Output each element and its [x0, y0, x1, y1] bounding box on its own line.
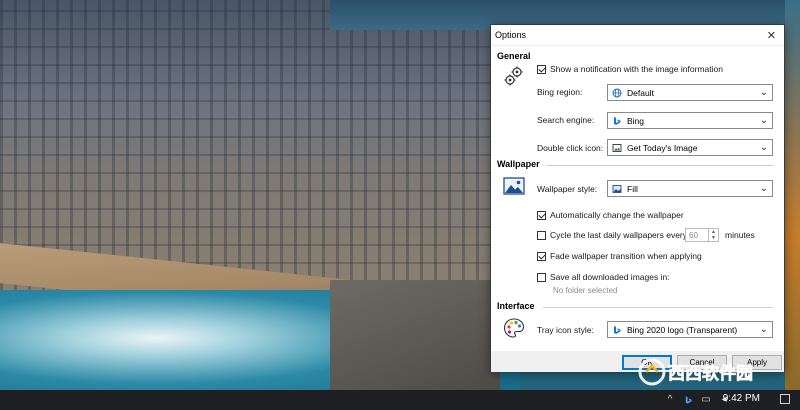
- tray-style-label: Tray icon style:: [537, 325, 594, 335]
- wallpaper-style-value: Fill: [627, 183, 638, 194]
- chevron-up-icon[interactable]: ^: [664, 395, 676, 405]
- save-images-checkbox[interactable]: Save all downloaded images in:: [537, 272, 670, 282]
- wallpaper-rocks: [330, 280, 500, 390]
- taskbar: ^ ▭ ◂ 9:42 PM: [0, 390, 800, 410]
- taskbar-clock[interactable]: 9:42 PM: [723, 393, 760, 404]
- close-icon[interactable]: ✕: [767, 29, 776, 42]
- wallpaper-image-icon: [503, 177, 525, 195]
- system-tray: ^ ▭ ◂: [664, 390, 730, 410]
- fade-transition-checkbox[interactable]: Fade wallpaper transition when applying: [537, 251, 702, 261]
- tray-style-select[interactable]: Bing 2020 logo (Transparent) ⌄: [607, 321, 773, 338]
- save-images-label: Save all downloaded images in:: [550, 272, 670, 282]
- search-engine-select[interactable]: Bing ⌄: [607, 112, 773, 129]
- section-interface-heading: Interface: [497, 301, 535, 311]
- bing-region-value: Default: [627, 87, 654, 98]
- fill-mode-icon: [612, 184, 622, 194]
- checkbox-box[interactable]: [537, 272, 546, 282]
- folder-status: No folder selected: [553, 286, 618, 295]
- palette-icon: [503, 318, 525, 338]
- chevron-down-icon: ⌄: [759, 324, 768, 335]
- chevron-down-icon: ⌄: [759, 183, 768, 194]
- options-dialog: Options ✕ General Show a notification wi…: [490, 24, 785, 372]
- gears-icon: [504, 66, 523, 86]
- fade-transition-label: Fade wallpaper transition when applying: [550, 251, 702, 261]
- bing-region-select[interactable]: Default ⌄: [607, 84, 773, 101]
- checkbox-box[interactable]: [537, 64, 546, 74]
- cycle-minutes-unit: minutes: [725, 230, 755, 240]
- chevron-down-icon: ⌄: [759, 142, 768, 153]
- cycle-minutes-value: 60: [689, 230, 698, 240]
- chevron-down-icon: ⌄: [759, 87, 768, 98]
- bing-region-label: Bing region:: [537, 87, 583, 97]
- wallpaper-style-label: Wallpaper style:: [537, 184, 598, 194]
- wallpaper-edge: [785, 0, 800, 390]
- site-watermark-logo: 西西软件园: [638, 358, 753, 386]
- double-click-select[interactable]: Get Today's Image ⌄: [607, 139, 773, 156]
- checkbox-box[interactable]: [537, 251, 546, 261]
- cycle-wallpapers-checkbox[interactable]: Cycle the last daily wallpapers every:: [537, 230, 689, 240]
- search-engine-value: Bing: [627, 115, 645, 126]
- bing-logo-icon: [612, 116, 622, 126]
- auto-change-label: Automatically change the wallpaper: [550, 210, 684, 220]
- stepper-arrows-icon[interactable]: ▲ ▼: [708, 229, 718, 241]
- cycle-wallpapers-label: Cycle the last daily wallpapers every:: [550, 230, 690, 240]
- double-click-value: Get Today's Image: [627, 142, 698, 153]
- dialog-titlebar[interactable]: Options ✕: [491, 25, 784, 46]
- search-engine-label: Search engine:: [537, 115, 595, 125]
- bing-logo-icon: [612, 325, 622, 335]
- network-icon[interactable]: ▭: [700, 395, 712, 405]
- globe-icon: [612, 88, 622, 98]
- dialog-title: Options: [495, 30, 527, 40]
- checkbox-box[interactable]: [537, 210, 546, 220]
- wallpaper-style-select[interactable]: Fill ⌄: [607, 180, 773, 197]
- auto-change-checkbox[interactable]: Automatically change the wallpaper: [537, 210, 684, 220]
- checkbox-box[interactable]: [537, 230, 546, 240]
- divider: [543, 307, 773, 308]
- svg-text:西西软件园: 西西软件园: [668, 363, 753, 384]
- chevron-down-icon: ⌄: [759, 115, 768, 126]
- show-notification-label: Show a notification with the image infor…: [550, 64, 723, 74]
- image-download-icon: [612, 143, 622, 153]
- notification-center-icon[interactable]: [780, 394, 790, 404]
- bing-tray-icon[interactable]: [682, 395, 694, 405]
- tray-style-value: Bing 2020 logo (Transparent): [627, 324, 738, 335]
- section-wallpaper-heading: Wallpaper: [497, 159, 540, 169]
- section-general-heading: General: [497, 51, 531, 61]
- divider: [547, 165, 773, 166]
- double-click-label: Double click icon:: [537, 143, 604, 153]
- cycle-minutes-stepper[interactable]: 60 ▲ ▼: [685, 228, 719, 242]
- show-notification-checkbox[interactable]: Show a notification with the image infor…: [537, 64, 723, 74]
